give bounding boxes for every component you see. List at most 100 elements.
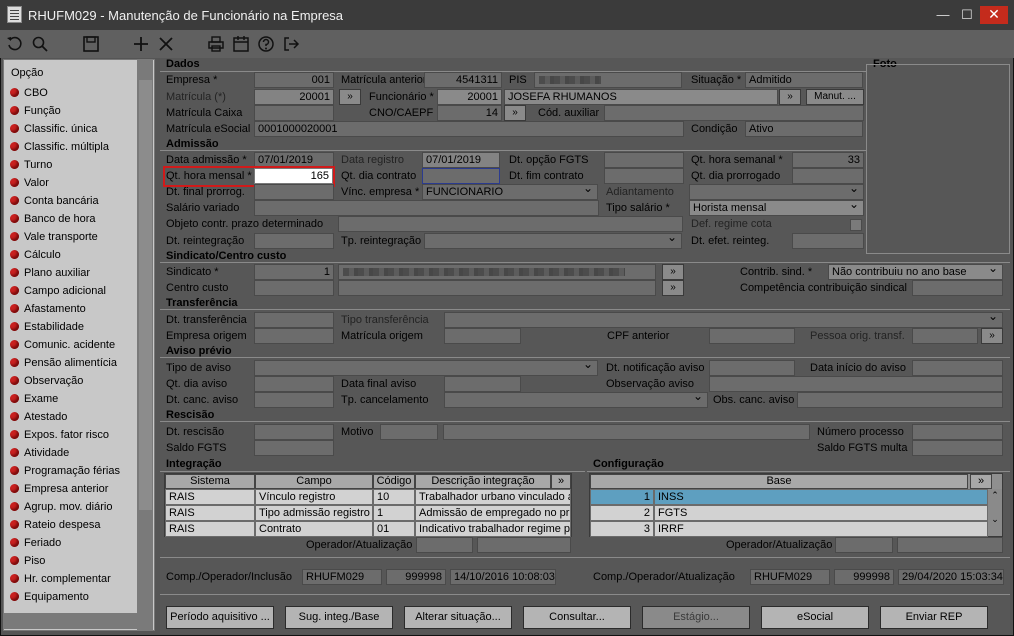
centro-custo-field[interactable] <box>254 280 334 296</box>
data-inicio-aviso-field[interactable] <box>912 360 1003 376</box>
qt-dia-prorrogado-field[interactable] <box>792 168 864 184</box>
table-cell[interactable]: FGTS <box>654 505 988 521</box>
search-icon[interactable] <box>29 33 51 55</box>
table-cell[interactable]: 3 <box>590 521 654 537</box>
save-icon[interactable] <box>80 33 102 55</box>
calendar-icon[interactable] <box>230 33 252 55</box>
tipo-salario-select[interactable]: Horista mensal <box>689 200 864 216</box>
sidebar-item[interactable]: Programação férias <box>10 465 120 483</box>
empresa-field[interactable]: 001 <box>254 72 334 88</box>
expand-button[interactable]: » <box>970 474 992 489</box>
column-header[interactable]: Código <box>373 474 415 489</box>
minimize-button[interactable]: — <box>932 6 954 24</box>
sidebar-item[interactable]: Pensão alimentícia <box>10 357 117 375</box>
qt-dia-contrato-field[interactable] <box>422 168 500 184</box>
alterar-situacao-button[interactable]: Alterar situação... <box>404 606 512 629</box>
empresa-origem-field[interactable] <box>254 328 334 344</box>
table-cell[interactable]: RAIS <box>165 521 255 537</box>
table-cell[interactable]: 01 <box>373 521 415 537</box>
dt-opcao-fgts-field[interactable] <box>604 152 684 168</box>
funcionario-lookup-button[interactable]: » <box>779 89 801 105</box>
sidebar-item[interactable]: Feriado <box>10 537 61 555</box>
numero-processo-field[interactable] <box>912 424 1003 440</box>
sidebar-item[interactable]: Banco de hora <box>10 213 96 231</box>
def-regime-cota-checkbox[interactable] <box>850 219 862 231</box>
matricula-caixa-field[interactable] <box>254 105 334 121</box>
sidebar-item[interactable]: Atestado <box>10 411 67 429</box>
sidebar-item[interactable]: Expos. fator risco <box>10 429 109 447</box>
tipo-aviso-select[interactable] <box>254 360 598 376</box>
contrib-sind-select[interactable]: Não contribuiu no ano base <box>828 264 1003 280</box>
data-registro-field[interactable]: 07/01/2019 <box>422 152 500 168</box>
sidebar-item[interactable]: Piso <box>10 555 45 573</box>
column-header[interactable]: Descrição integração <box>415 474 551 489</box>
exit-icon[interactable] <box>280 33 302 55</box>
vinc-empresa-select[interactable]: FUNCIONARIO <box>422 184 598 200</box>
obs-canc-aviso-field[interactable] <box>797 392 1003 408</box>
table-cell[interactable]: Vínculo registro <box>255 489 373 505</box>
motivo-field[interactable] <box>380 424 438 440</box>
cno-field[interactable]: 14 <box>437 105 502 121</box>
manut-button[interactable]: Manut. ... <box>806 89 864 105</box>
tp-reintegracao-select[interactable] <box>424 233 682 249</box>
print-icon[interactable] <box>205 33 227 55</box>
periodo-aquisitivo-button[interactable]: Período aquisitivo ... <box>166 606 274 629</box>
sidebar-item[interactable]: Função <box>10 105 61 123</box>
situacao-field[interactable]: Admitido <box>745 72 863 88</box>
dt-efet-reinteg-field[interactable] <box>792 233 864 249</box>
table-cell[interactable]: RAIS <box>165 489 255 505</box>
column-header[interactable]: Sistema <box>165 474 255 489</box>
tipo-transferencia-select[interactable] <box>444 312 1003 328</box>
dt-final-prorrog-field[interactable] <box>254 184 334 200</box>
maximize-button[interactable]: ☐ <box>956 6 978 24</box>
sidebar-item[interactable]: Conta bancária <box>10 195 99 213</box>
funcionario-name-field[interactable]: JOSEFA RHUMANOS <box>504 89 778 105</box>
matricula-field[interactable]: 20001 <box>254 89 334 105</box>
sidebar-item[interactable]: Turno <box>10 159 52 177</box>
sidebar-item[interactable]: Classific. múltipla <box>10 141 109 159</box>
saldo-fgts-multa-field[interactable] <box>912 440 1003 456</box>
qt-dia-aviso-field[interactable] <box>254 376 334 392</box>
table-cell[interactable]: 10 <box>373 489 415 505</box>
sidebar-item[interactable]: Plano auxiliar <box>10 267 90 285</box>
table-cell[interactable]: 1 <box>590 489 654 505</box>
configuracao-scrollbar[interactable]: ⌃ ⌄ <box>988 489 1002 536</box>
tp-cancelamento-select[interactable] <box>444 392 708 408</box>
dt-transferencia-field[interactable] <box>254 312 334 328</box>
sug-integ-base-button[interactable]: Sug. integ./Base <box>285 606 393 629</box>
sidebar-item[interactable]: Comunic. acidente <box>10 339 115 357</box>
qt-hora-mensal-field[interactable]: 165 <box>254 168 333 184</box>
sidebar-item[interactable]: Equipamento <box>10 591 89 609</box>
data-final-aviso-field[interactable] <box>444 376 521 392</box>
dt-fim-contrato-field[interactable] <box>604 168 684 184</box>
sidebar-item[interactable]: Empresa anterior <box>10 483 108 501</box>
adiantamento-select[interactable] <box>689 184 864 200</box>
delete-icon[interactable] <box>155 33 177 55</box>
sidebar-item[interactable]: CBO <box>10 87 48 105</box>
sidebar-item[interactable]: Atividade <box>10 447 69 465</box>
dt-reintegracao-field[interactable] <box>254 233 334 249</box>
pessoa-orig-field[interactable] <box>912 328 978 344</box>
help-icon[interactable] <box>255 33 277 55</box>
matricula-esocial-field[interactable]: 0001000020001 <box>254 121 684 137</box>
sidebar-item[interactable]: Agrup. mov. diário <box>10 501 112 519</box>
enviar-rep-button[interactable]: Enviar REP <box>880 606 988 629</box>
sidebar-horizontal-scrollbar[interactable] <box>3 613 153 629</box>
expand-button[interactable]: » <box>551 474 571 489</box>
sidebar-item[interactable]: Cálculo <box>10 249 61 267</box>
sidebar-item[interactable]: Rateio despesa <box>10 519 100 537</box>
consultar-button[interactable]: Consultar... <box>523 606 631 629</box>
dt-notificacao-field[interactable] <box>709 360 795 376</box>
table-cell[interactable]: Admissão de empregado no pri <box>415 505 571 521</box>
table-cell[interactable]: IRRF <box>654 521 988 537</box>
table-cell[interactable]: 1 <box>373 505 415 521</box>
refresh-icon[interactable] <box>4 33 26 55</box>
saldo-fgts-field[interactable] <box>254 440 334 456</box>
matricula-origem-field[interactable] <box>444 328 521 344</box>
objeto-contrato-field[interactable] <box>338 216 683 232</box>
table-cell[interactable]: 2 <box>590 505 654 521</box>
qt-hora-semanal-field[interactable]: 33 <box>792 152 864 168</box>
dt-canc-aviso-field[interactable] <box>254 392 334 408</box>
sidebar-item[interactable]: Valor <box>10 177 49 195</box>
column-header[interactable]: Campo <box>255 474 373 489</box>
